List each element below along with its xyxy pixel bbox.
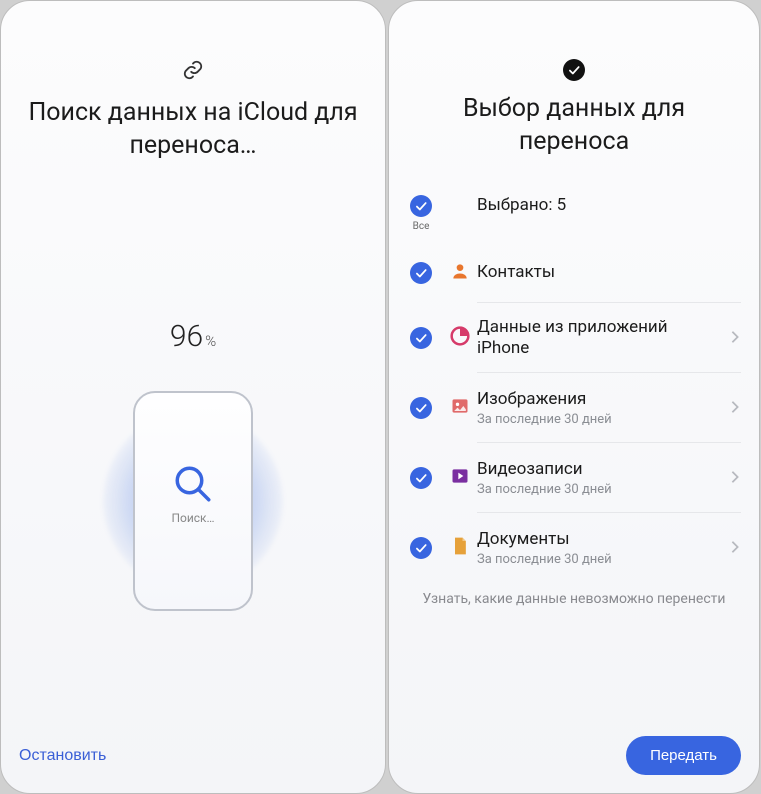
search-icon — [172, 463, 214, 509]
progress-value: 96 — [170, 319, 203, 354]
contact-icon — [450, 261, 470, 285]
chevron-right-icon — [730, 539, 740, 558]
checkbox-all[interactable] — [410, 195, 432, 217]
searching-label: Поиск… — [135, 511, 251, 525]
data-list: Все Выбрано: 5 — [389, 191, 759, 583]
item-subtitle: За последние 30 дней — [477, 482, 719, 497]
check-badge-icon — [563, 59, 585, 81]
checkbox-item[interactable] — [410, 537, 432, 559]
cannot-transfer-link[interactable]: Узнать, какие данные невозможно перенест… — [389, 591, 759, 607]
transfer-button[interactable]: Передать — [626, 736, 741, 775]
item-subtitle: За последние 30 дней — [477, 552, 719, 567]
page-title: Поиск данных на iCloud для переноса… — [1, 85, 385, 162]
checkbox-item[interactable] — [410, 327, 432, 349]
percent-sign: % — [205, 332, 216, 350]
screen-search-icloud: Поиск данных на iCloud для переноса… 96%… — [0, 0, 386, 794]
item-title: Контакты — [477, 262, 739, 283]
phone-frame: Поиск… — [133, 391, 253, 611]
videos-icon — [450, 466, 470, 490]
link-icon — [182, 59, 204, 85]
item-subtitle: За последние 30 дней — [477, 412, 719, 427]
progress-display: 96% — [1, 319, 385, 354]
all-label: Все — [413, 221, 430, 232]
screen-select-data: Выбор данных для переноса Все Выбрано: 5 — [388, 0, 760, 794]
item-title: Изображения — [477, 389, 719, 410]
chevron-right-icon — [730, 329, 740, 348]
selected-summary: Выбрано: 5 — [477, 195, 739, 216]
chevron-right-icon — [730, 399, 740, 418]
checkbox-item[interactable] — [410, 262, 432, 284]
chevron-right-icon — [730, 469, 740, 488]
checkbox-item[interactable] — [410, 397, 432, 419]
list-item[interactable]: Контакты — [399, 243, 745, 303]
item-title: Данные из приложений iPhone — [477, 317, 719, 360]
checkbox-item[interactable] — [410, 467, 432, 489]
stop-button[interactable]: Остановить — [19, 747, 106, 765]
list-item[interactable]: Документы За последние 30 дней — [399, 513, 745, 583]
images-icon — [450, 396, 470, 420]
list-item[interactable]: Изображения За последние 30 дней — [399, 373, 745, 443]
page-title: Выбор данных для переноса — [389, 81, 759, 158]
item-title: Документы — [477, 529, 719, 550]
item-title: Видеозаписи — [477, 459, 719, 480]
list-item[interactable]: Данные из приложений iPhone — [399, 303, 745, 373]
list-item[interactable]: Видеозаписи За последние 30 дней — [399, 443, 745, 513]
phone-illustration: Поиск… — [93, 391, 293, 631]
docs-icon — [450, 536, 470, 560]
select-all-row[interactable]: Все Выбрано: 5 — [399, 191, 745, 243]
appdata-icon — [450, 326, 470, 350]
